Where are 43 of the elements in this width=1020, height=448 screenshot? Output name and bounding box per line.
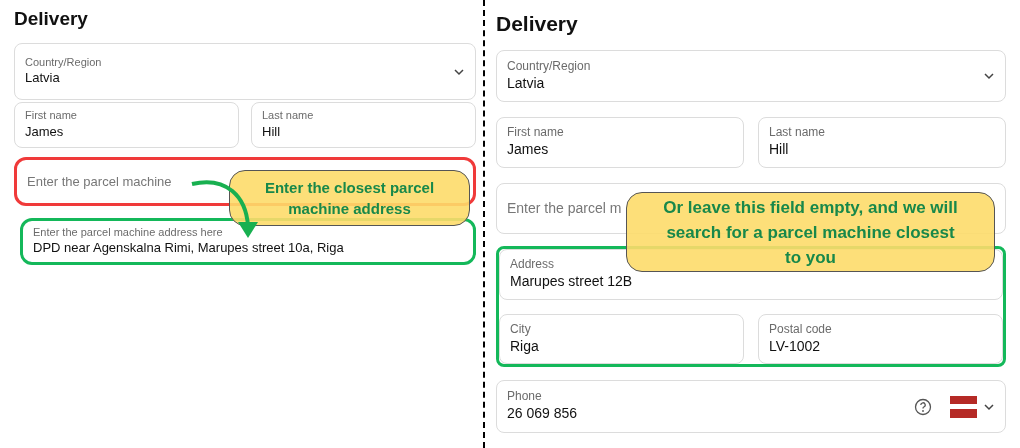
field-placeholder: Enter the parcel machine <box>27 172 172 191</box>
section-title: Delivery <box>496 11 579 37</box>
text-field[interactable]: Last name Hill <box>758 117 1006 168</box>
field-label: Country/Region <box>25 55 102 70</box>
chevron-down-icon <box>983 72 995 80</box>
field-value: LV-1002 <box>769 336 821 356</box>
text-field[interactable]: First name James <box>14 102 239 148</box>
text-field[interactable]: Postal code LV-1002 <box>758 314 1003 364</box>
chevron-down-icon <box>453 67 465 76</box>
field-value: James <box>25 122 64 141</box>
phone-field[interactable]: Phone 26 069 856 <box>496 380 1006 433</box>
field-label: Last name <box>262 109 314 123</box>
field-label: First name <box>25 109 77 123</box>
country-select[interactable]: Country/Region Latvia <box>14 43 476 100</box>
section-title: Delivery <box>14 7 89 31</box>
callout: Or leave this field empty, and we will search for a parcel machine closest to you <box>626 192 995 272</box>
field-label: Postal code <box>769 321 832 337</box>
parcel-machine-field[interactable]: Enter the parcel machine address here DPD near Agenskalna Rimi, Marupes street 10a, Riga <box>20 218 476 265</box>
field-value: Latvia <box>25 69 60 88</box>
field-value: DPD near Agenskalna Rimi, Marupes street 10a, Riga <box>33 239 344 258</box>
field-placeholder: Enter the parcel m <box>507 199 622 218</box>
field-label: Address <box>510 257 555 273</box>
help-icon[interactable] <box>914 397 932 416</box>
field-value: Hill <box>262 122 281 141</box>
text-field[interactable]: City Riga <box>499 314 744 364</box>
callout: Enter the closest parcel machine address <box>229 170 470 226</box>
field-value: Marupes street 12B <box>510 272 633 292</box>
field-value: Hill <box>769 140 789 160</box>
field-value: Latvia <box>507 73 545 93</box>
field-value: James <box>507 140 549 160</box>
field-label: City <box>510 321 531 337</box>
flag-icon[interactable] <box>950 395 977 418</box>
field-label: Phone <box>507 389 542 405</box>
field-label: Country/Region <box>507 58 591 74</box>
field-value: Riga <box>510 336 539 356</box>
text-field[interactable]: Last name Hill <box>251 102 476 148</box>
field-label: Last name <box>769 125 826 141</box>
chevron-down-icon <box>983 402 995 411</box>
field-label: Enter the parcel machine address here <box>33 225 223 240</box>
country-select[interactable]: Country/Region Latvia <box>496 50 1006 102</box>
field-label: First name <box>507 125 564 141</box>
text-field[interactable]: First name James <box>496 117 744 168</box>
field-value: 26 069 856 <box>507 404 578 424</box>
